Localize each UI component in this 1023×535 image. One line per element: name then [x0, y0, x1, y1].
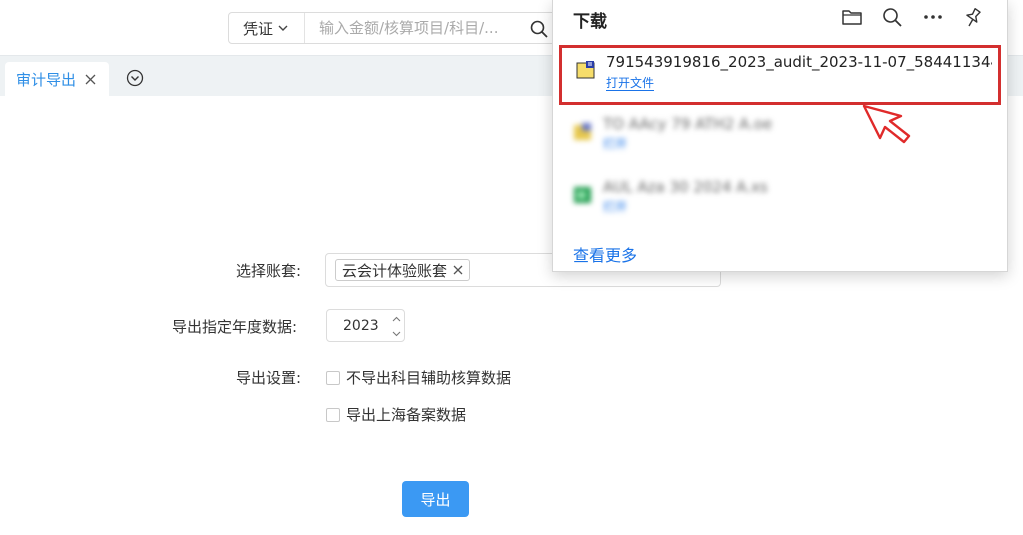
close-icon[interactable]	[85, 74, 96, 85]
tab-label: 审计导出	[16, 71, 77, 89]
chevron-down-icon	[392, 331, 401, 336]
folder-icon[interactable]	[841, 6, 863, 28]
ledger-tag: 云会计体验账套	[335, 259, 471, 281]
chevron-up-icon	[392, 316, 401, 321]
year-stepper[interactable]: 2023	[326, 309, 405, 342]
download-item[interactable]: AUL Aza 30 2024 A.xs 打开	[559, 175, 1001, 235]
download-filename: AUL Aza 30 2024 A.xs	[603, 178, 768, 196]
downloads-title: 下载	[573, 12, 607, 32]
open-file-link[interactable]: 打开文件	[606, 76, 655, 91]
voucher-type-select[interactable]: 凭证	[229, 13, 305, 43]
open-file-link[interactable]: 打开	[603, 200, 627, 214]
pin-icon[interactable]	[962, 6, 984, 28]
global-search: 凭证	[228, 12, 558, 44]
checkbox-label: 不导出科目辅助核算数据	[346, 369, 512, 387]
search-input[interactable]	[319, 13, 519, 43]
checkbox-label: 导出上海备案数据	[346, 406, 467, 424]
year-value: 2023	[343, 318, 379, 334]
chevron-down-icon	[278, 25, 288, 31]
search-icon[interactable]	[529, 19, 549, 39]
more-options-icon[interactable]	[922, 6, 944, 28]
ledger-label: 选择账套:	[236, 262, 302, 280]
checkbox[interactable]	[326, 370, 340, 385]
decrement-button[interactable]	[389, 326, 404, 341]
increment-button[interactable]	[389, 311, 404, 326]
search-icon[interactable]	[881, 6, 903, 28]
download-item[interactable]: 791543919816_2023_audit_2023-11-07_58441…	[559, 45, 1001, 105]
download-filename: TO AAcy 79 ATH2 A.oe	[603, 115, 773, 133]
annotation-arrow-icon	[862, 104, 911, 144]
voucher-select-label: 凭证	[243, 19, 274, 38]
export-button[interactable]: 导出	[402, 481, 469, 517]
close-icon[interactable]	[453, 265, 463, 275]
downloads-panel: 下载 791543919816_2023_audit_2023-11-07_58…	[552, 0, 1008, 272]
option-no-aux-accounting[interactable]: 不导出科目辅助核算数据	[326, 367, 511, 388]
see-more-link[interactable]: 查看更多	[573, 242, 637, 266]
ledger-tag-label: 云会计体验账套	[342, 261, 448, 280]
archive-file-icon	[574, 123, 591, 140]
chevron-circle-down-icon[interactable]	[126, 69, 144, 87]
download-filename: 791543919816_2023_audit_2023-11-07_58441…	[606, 53, 992, 71]
tab-audit-export[interactable]: 审计导出	[5, 62, 109, 97]
year-label: 导出指定年度数据:	[172, 318, 298, 336]
option-shanghai-filing[interactable]: 导出上海备案数据	[326, 404, 466, 425]
open-file-link[interactable]: 打开	[603, 137, 627, 151]
spreadsheet-file-icon	[574, 187, 591, 203]
checkbox[interactable]	[326, 407, 340, 422]
download-item[interactable]: TO AAcy 79 ATH2 A.oe 打开	[559, 112, 1001, 172]
settings-label: 导出设置:	[236, 369, 302, 387]
archive-file-icon	[576, 61, 595, 79]
